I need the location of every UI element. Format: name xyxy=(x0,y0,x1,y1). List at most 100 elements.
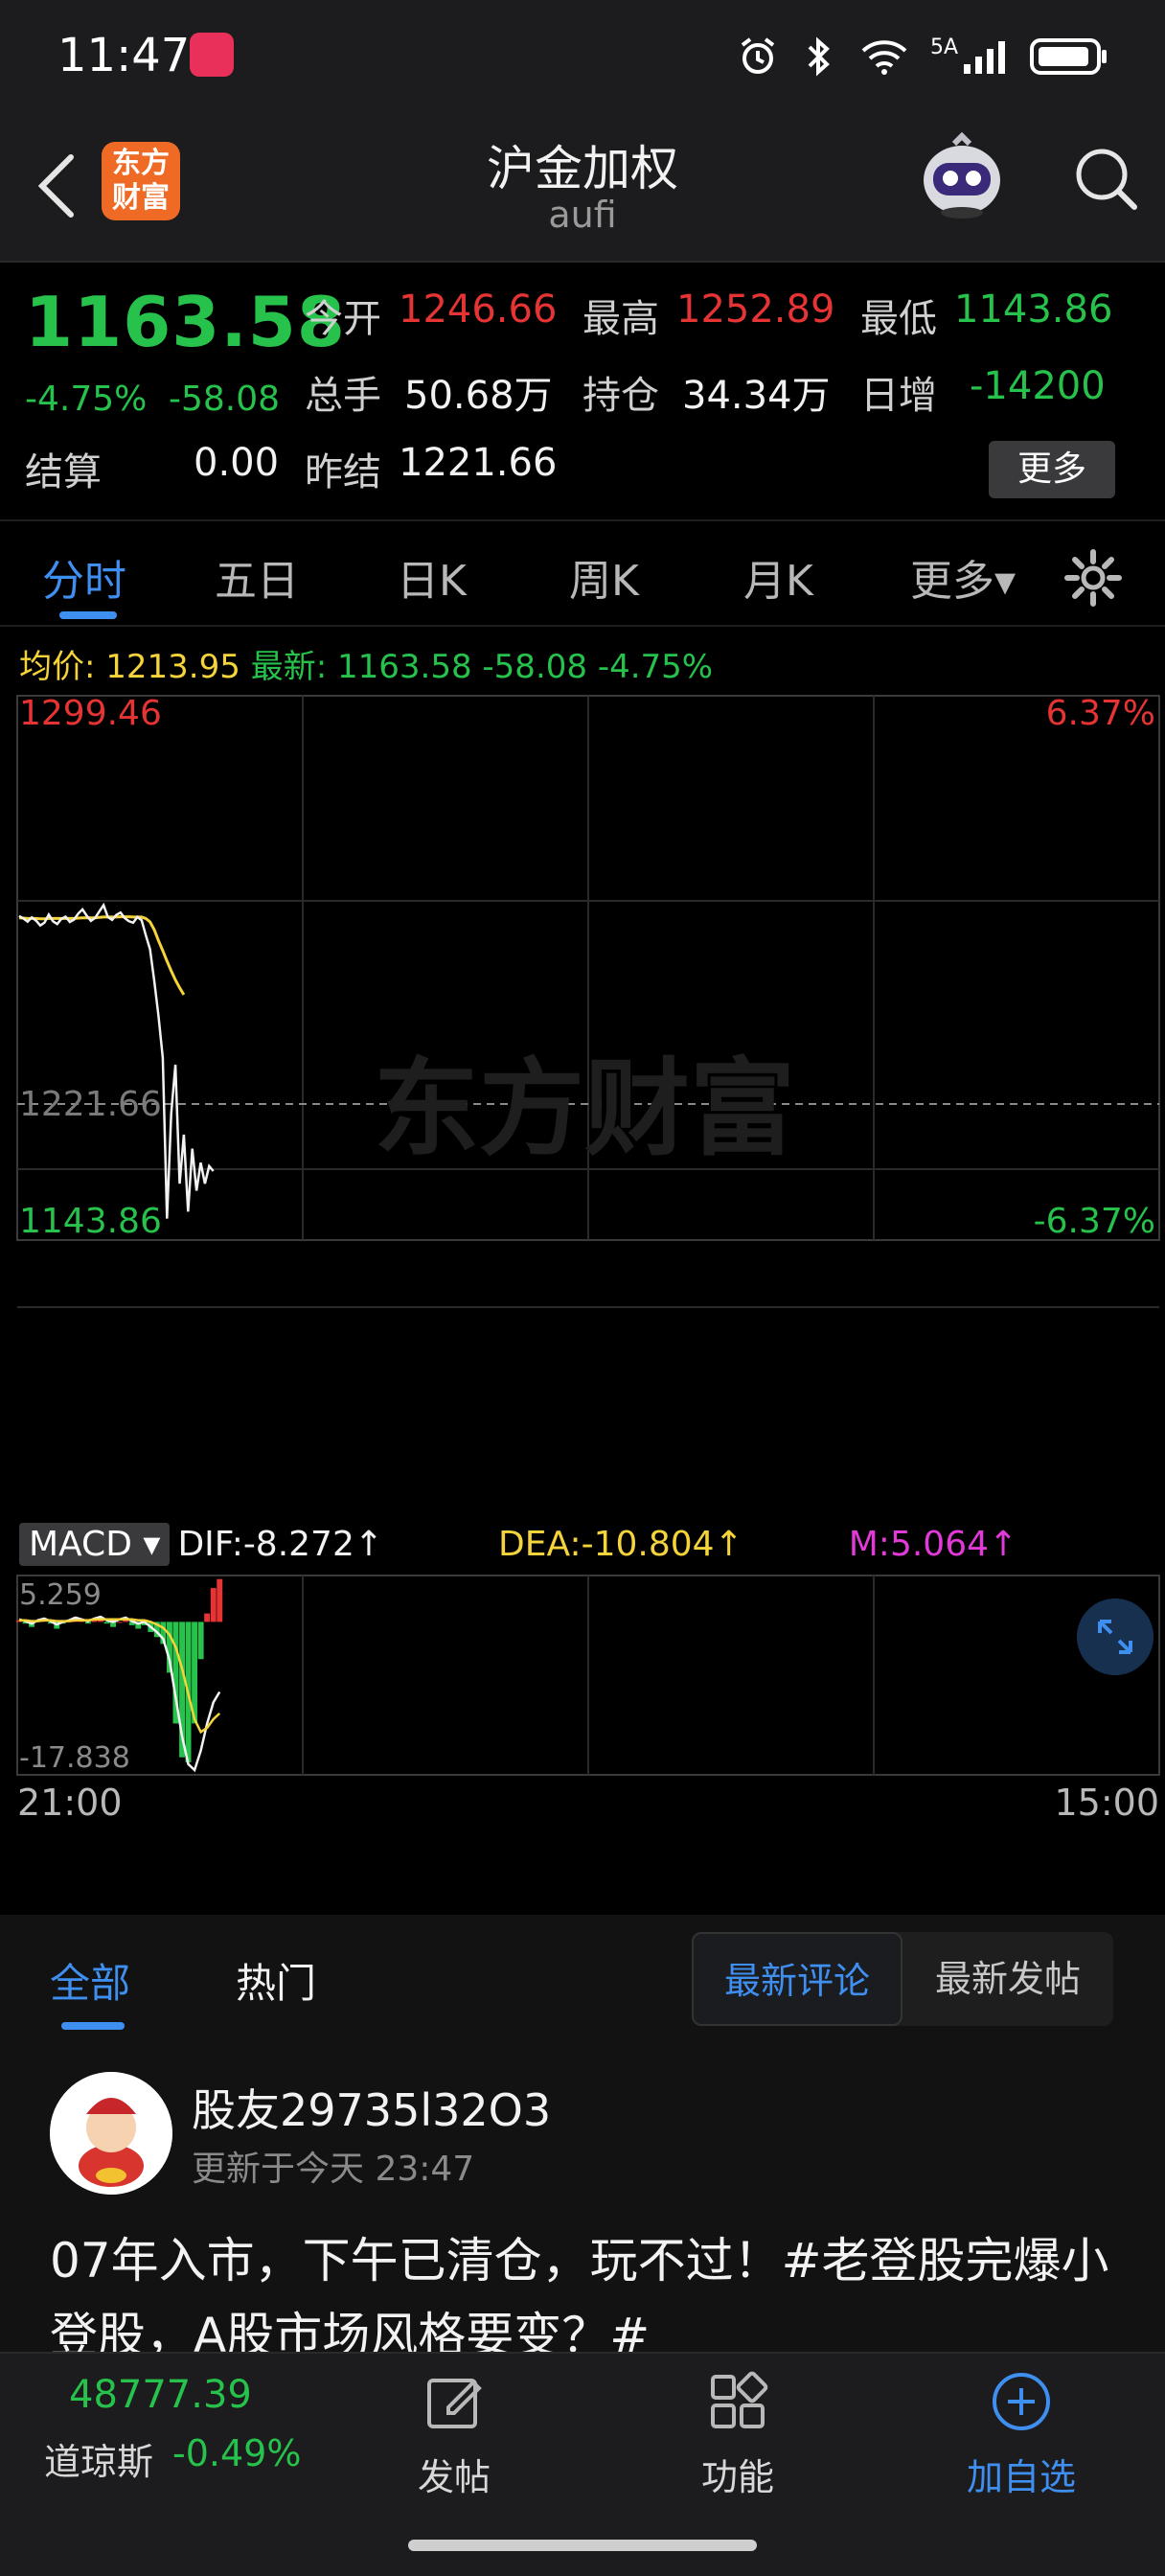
y-tick-low: 1143.86 xyxy=(19,1202,162,1241)
comments-tab-indicator xyxy=(61,2022,125,2030)
status-time: 11:47 xyxy=(57,29,191,82)
avg-price-line xyxy=(18,915,186,996)
robot-assistant-icon[interactable] xyxy=(916,130,1008,222)
macd-bar xyxy=(210,1588,217,1622)
macd-bar xyxy=(204,1613,211,1622)
tab-weekly-k[interactable]: 周K xyxy=(569,546,639,608)
quote-panel: 1163.58 -4.75% -58.08 结算 0.00 今开 1246.66… xyxy=(0,261,1165,519)
network-type: 5A xyxy=(929,34,958,59)
add-watchlist-button[interactable]: 加自选 xyxy=(945,2371,1098,2500)
macd-grid xyxy=(302,1576,875,1775)
last-price: 1163.58 xyxy=(25,282,346,362)
index-value[interactable]: 48777.39 xyxy=(69,2373,252,2417)
prev-settle-label: 昨结 xyxy=(305,450,381,494)
signal-icon xyxy=(964,41,1005,74)
macd-bar xyxy=(103,1622,110,1624)
tab-five-day[interactable]: 五日 xyxy=(215,546,299,608)
sort-latest-comment[interactable]: 最新评论 xyxy=(692,1932,902,2026)
user-avatar[interactable] xyxy=(50,2072,172,2195)
x-tick-start: 21:00 xyxy=(17,1782,123,1824)
price-grid xyxy=(17,696,1159,1308)
macd-label: MACD xyxy=(29,1524,132,1564)
tab-intraday[interactable]: 分时 xyxy=(42,546,126,608)
volume-label: 总手 xyxy=(305,374,381,418)
alarm-icon xyxy=(741,37,775,74)
chart-tabs: 分时 五日 日K 周K 月K 更多▾ xyxy=(0,519,1165,627)
daily-increase-value: -14200 xyxy=(970,364,1106,408)
low-value: 1143.86 xyxy=(954,288,1113,332)
grid-icon xyxy=(711,2371,768,2428)
y-tick-high: 1299.46 xyxy=(19,694,162,733)
macd-y-tick-high: 5.259 xyxy=(19,1578,102,1612)
comments-section: 全部 热门 最新评论 最新发帖 股友29735l32O3 更新于今天 23:47… xyxy=(0,1915,1165,2356)
status-bar: 11:47 5A xyxy=(0,0,1165,113)
open-interest-value: 34.34万 xyxy=(682,374,831,418)
post-username[interactable]: 股友29735l32O3 xyxy=(192,2076,551,2139)
prev-settle-value: 1221.66 xyxy=(399,441,558,485)
open-value: 1246.66 xyxy=(399,288,558,332)
wifi-icon xyxy=(861,40,907,75)
app-notification-icon xyxy=(190,33,234,77)
latest-label: 最新: xyxy=(250,648,328,686)
macd-header: MACD ▾ DIF:-8.272↑ DEA:-10.804↑ M:5.064↑ xyxy=(19,1520,1017,1568)
post-time: 更新于今天 23:47 xyxy=(192,2150,475,2189)
y-tick-mid: 1221.66 xyxy=(19,1085,162,1124)
latest-percent: -4.75% xyxy=(597,648,714,686)
expand-icon[interactable] xyxy=(1077,1598,1154,1675)
post-button[interactable]: 发帖 xyxy=(377,2371,531,2500)
index-change[interactable]: -0.49% xyxy=(172,2432,301,2474)
intraday-chart[interactable]: 东方财富 1299.46 1221.66 1143.86 6.37% -6.37… xyxy=(0,690,1165,1915)
header: 东方 财富 沪金加权 aufi xyxy=(0,113,1165,261)
tab-monthly-k[interactable]: 月K xyxy=(743,546,813,608)
index-name[interactable]: 道琼斯 xyxy=(44,2432,153,2485)
latest-change: -58.08 xyxy=(482,648,588,686)
macd-indicator-select[interactable]: MACD ▾ xyxy=(19,1522,171,1566)
latest-value: 1163.58 xyxy=(336,648,472,686)
sort-toggle: 最新评论 最新发帖 xyxy=(692,1932,1113,2026)
active-tab-indicator xyxy=(59,611,117,619)
tab-more[interactable]: 更多▾ xyxy=(910,546,1016,608)
sort-latest-post[interactable]: 最新发帖 xyxy=(902,1932,1113,2026)
settle-label: 结算 xyxy=(25,450,102,494)
price-line xyxy=(18,902,215,1219)
plus-circle-icon xyxy=(993,2373,1050,2430)
watermark-text: 东方财富 xyxy=(374,1047,795,1170)
battery-icon xyxy=(1030,38,1107,75)
avg-price-value: 1213.95 xyxy=(105,648,240,686)
change-percent: -4.75% xyxy=(25,380,148,419)
edit-icon xyxy=(427,2379,482,2428)
function-button[interactable]: 功能 xyxy=(661,2371,814,2500)
macd-m: M:5.064↑ xyxy=(848,1524,1018,1564)
change-absolute: -58.08 xyxy=(169,380,281,419)
high-label: 最高 xyxy=(582,297,659,341)
macd-dea: DEA:-10.804↑ xyxy=(498,1524,743,1564)
macd-dif: DIF:-8.272↑ xyxy=(177,1524,384,1564)
price-info-line: 均价: 1213.95 最新: 1163.58 -58.08 -4.75% xyxy=(19,640,713,687)
function-button-label: 功能 xyxy=(700,2456,774,2498)
y-tick-right-high: 6.37% xyxy=(1046,694,1155,733)
volume-value: 50.68万 xyxy=(404,374,553,418)
macd-bar xyxy=(197,1622,204,1660)
macd-bar xyxy=(217,1578,223,1622)
x-tick-end: 15:00 xyxy=(1054,1782,1159,1824)
gear-icon[interactable] xyxy=(1063,548,1123,608)
high-value: 1252.89 xyxy=(676,288,835,332)
y-tick-right-low: -6.37% xyxy=(1034,1202,1155,1241)
comments-tab-hot[interactable]: 热门 xyxy=(236,1951,316,2010)
add-watchlist-label: 加自选 xyxy=(966,2456,1076,2498)
bluetooth-icon xyxy=(808,36,830,77)
home-indicator[interactable] xyxy=(408,2540,757,2551)
status-icons: 5A xyxy=(737,33,1109,80)
avg-price-label: 均价: xyxy=(19,648,96,686)
open-interest-label: 持仓 xyxy=(582,374,659,418)
macd-y-tick-low: -17.838 xyxy=(19,1741,130,1775)
daily-increase-label: 日增 xyxy=(860,374,937,418)
more-quote-button[interactable]: 更多 xyxy=(989,441,1115,498)
tab-daily-k[interactable]: 日K xyxy=(397,546,467,608)
comments-tab-all[interactable]: 全部 xyxy=(50,1951,130,2010)
post-text[interactable]: 07年入市，下午已清仓，玩不过！#老登股完爆小登股，A股市场风格要变？# xyxy=(50,2223,1123,2354)
search-icon[interactable] xyxy=(1067,134,1144,220)
settle-value: 0.00 xyxy=(194,441,280,485)
post-button-label: 发帖 xyxy=(417,2456,491,2498)
low-label: 最低 xyxy=(860,297,937,341)
